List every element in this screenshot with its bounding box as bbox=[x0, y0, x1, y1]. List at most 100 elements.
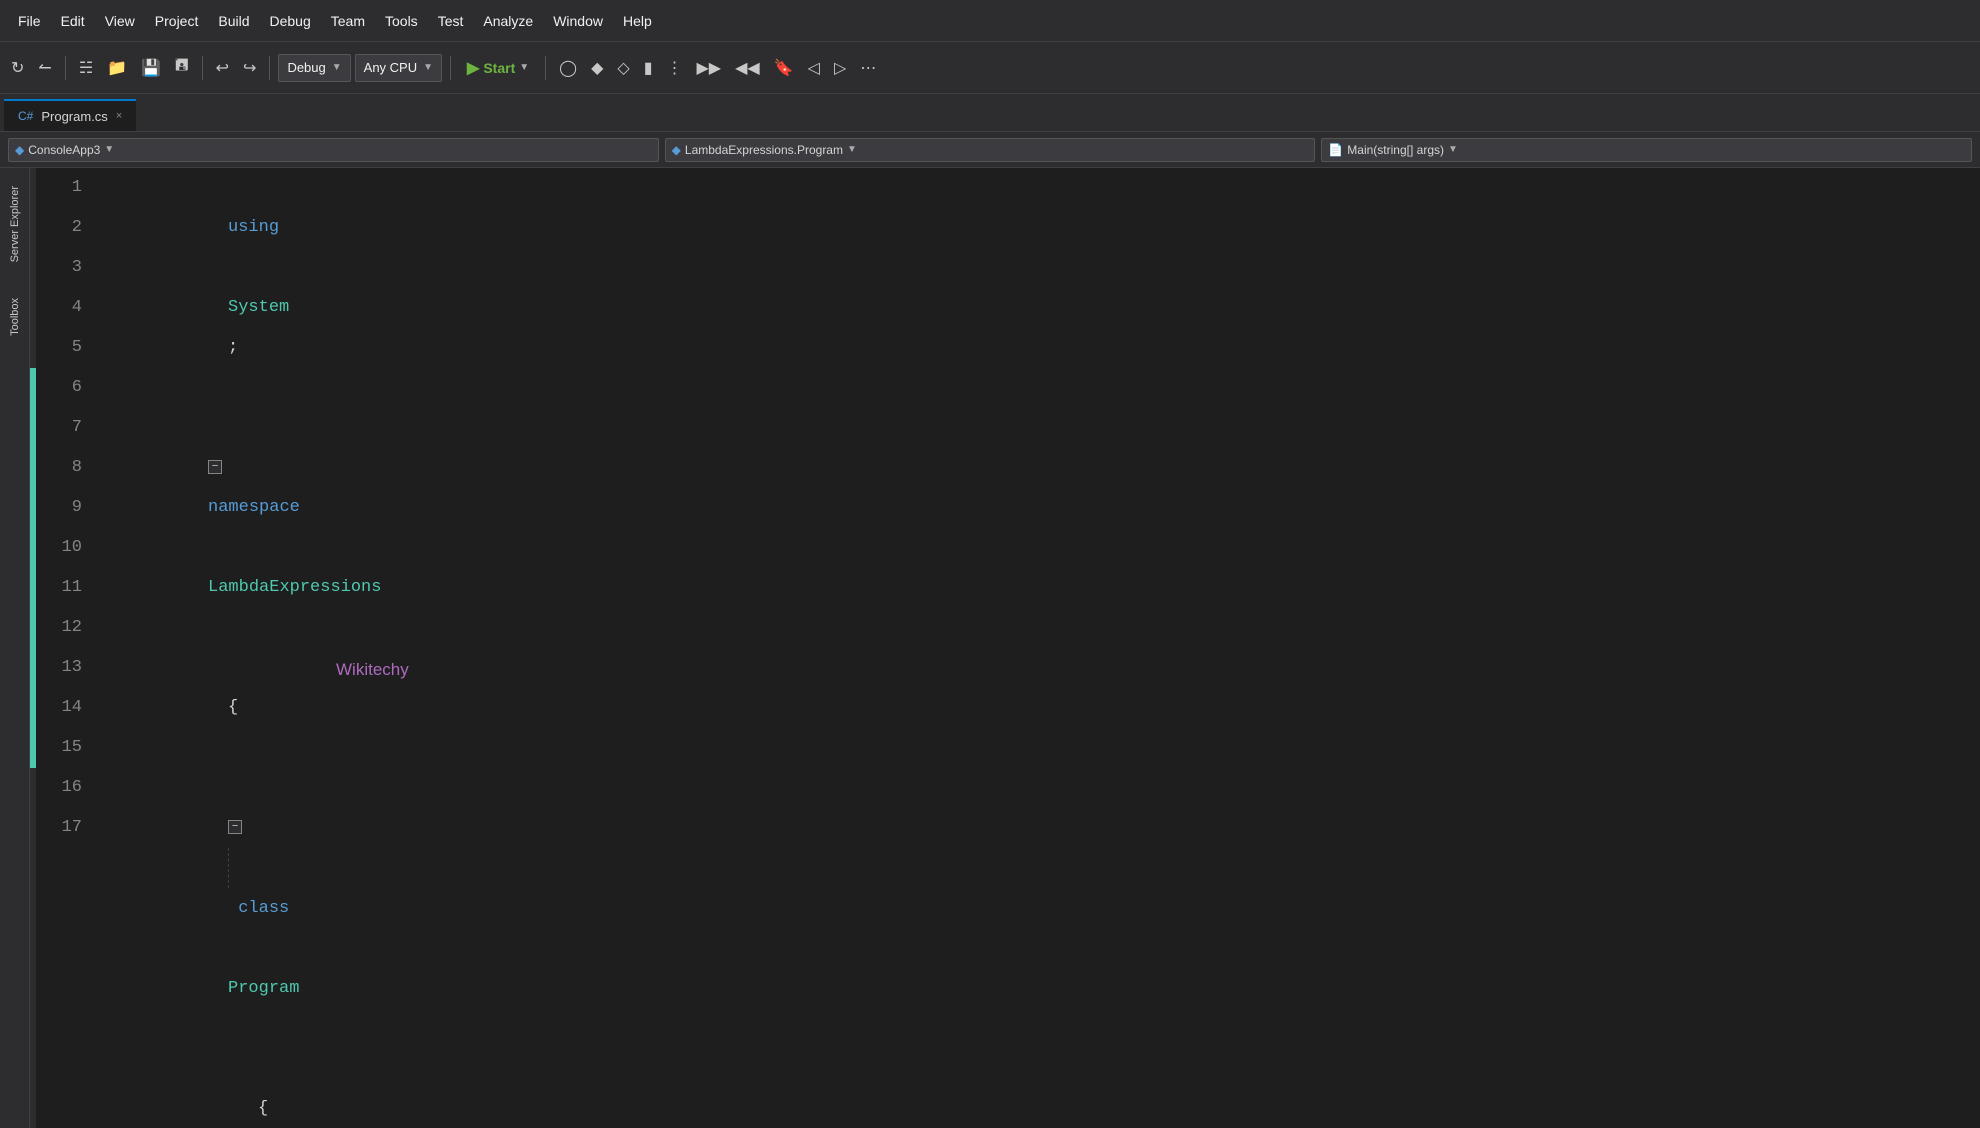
line-num-12: 12 bbox=[36, 608, 96, 648]
menu-file[interactable]: File bbox=[8, 9, 51, 33]
line-num-8: 8 bbox=[36, 448, 96, 488]
code-line-2: − namespace LambdaExpressions bbox=[96, 408, 1980, 648]
line-num-13: 13 bbox=[36, 648, 96, 688]
cpu-config-label: Any CPU bbox=[364, 60, 417, 75]
line-num-4: 4 bbox=[36, 288, 96, 328]
toolbar-btn-8[interactable]: ◁ bbox=[803, 55, 825, 81]
line-num-14: 14 bbox=[36, 688, 96, 728]
toolbar-btn-3[interactable]: ◇ bbox=[612, 55, 634, 81]
nav-bar: ◆ ConsoleApp3 ▼ ◆ LambdaExpressions.Prog… bbox=[0, 132, 1980, 168]
main-area: Server Explorer Toolbox 1 2 bbox=[0, 168, 1980, 1128]
menu-team[interactable]: Team bbox=[321, 9, 375, 33]
menu-build[interactable]: Build bbox=[208, 9, 259, 33]
project-nav-arrow: ▼ bbox=[104, 144, 114, 155]
back-button[interactable]: ↻ bbox=[6, 55, 29, 81]
tab-bar: C# Program.cs × bbox=[0, 94, 1980, 132]
menu-window[interactable]: Window bbox=[543, 9, 613, 33]
line-num-5: 5 bbox=[36, 328, 96, 368]
toolbar-btn-5[interactable]: ⋮ bbox=[662, 55, 688, 81]
kw-class: class bbox=[228, 899, 289, 918]
menu-view[interactable]: View bbox=[95, 9, 145, 33]
collapse-namespace[interactable]: − bbox=[208, 460, 222, 474]
debug-config-dropdown[interactable]: Debug ▼ bbox=[278, 54, 350, 82]
program-cs-tab[interactable]: C# Program.cs × bbox=[4, 99, 136, 131]
redo-button[interactable]: ↪ bbox=[238, 55, 261, 81]
line-numbers: 1 2 3 4 5 6 7 8 9 10 11 12 13 14 15 16 1… bbox=[36, 168, 96, 1128]
line-num-15: 15 bbox=[36, 728, 96, 768]
debug-config-arrow: ▼ bbox=[332, 62, 342, 73]
menu-analyze[interactable]: Analyze bbox=[473, 9, 543, 33]
server-explorer-tab[interactable]: Server Explorer bbox=[5, 178, 25, 270]
project-nav-dropdown[interactable]: ◆ ConsoleApp3 ▼ bbox=[8, 138, 659, 162]
toolbar-separator-1 bbox=[65, 56, 66, 80]
line-num-7: 7 bbox=[36, 408, 96, 448]
line-num-10: 10 bbox=[36, 528, 96, 568]
namespace-name: LambdaExpressions bbox=[208, 578, 381, 597]
method-nav-arrow: ▼ bbox=[1448, 144, 1458, 155]
line-num-9: 9 bbox=[36, 488, 96, 528]
code-line-3: { Wikitechy bbox=[96, 648, 1980, 768]
toolbar-btn-6[interactable]: ▶▶ bbox=[692, 55, 727, 81]
code-editor[interactable]: 1 2 3 4 5 6 7 8 9 10 11 12 13 14 15 16 1… bbox=[30, 168, 1980, 1128]
collapse-class[interactable]: − bbox=[228, 820, 242, 834]
toolbar-btn-1[interactable]: ◯ bbox=[554, 55, 582, 81]
code-line-5: { bbox=[96, 1049, 1980, 1128]
class-nav-icon: ◆ bbox=[672, 143, 681, 157]
toolbar-btn-10[interactable]: ⋯ bbox=[855, 55, 881, 81]
class-nav-label: LambdaExpressions.Program bbox=[685, 143, 843, 157]
start-arrow: ▼ bbox=[519, 62, 529, 73]
watermark-text: Wikitechy bbox=[336, 650, 409, 690]
forward-button[interactable]: ↼ bbox=[33, 55, 56, 81]
project-nav-label: ConsoleApp3 bbox=[28, 143, 100, 157]
toolbar-separator-4 bbox=[450, 56, 451, 80]
toolbar: ↻ ↼ ☵ 📁 💾 🖪 ↩ ↪ Debug ▼ Any CPU ▼ ▶ Star… bbox=[0, 42, 1980, 94]
line-num-1: 1 bbox=[36, 168, 96, 208]
save-button[interactable]: 💾 bbox=[136, 55, 166, 81]
line-num-11: 11 bbox=[36, 568, 96, 608]
line-num-3: 3 bbox=[36, 248, 96, 288]
toolbar-btn-2[interactable]: ◆ bbox=[586, 55, 608, 81]
save-all-button[interactable]: 🖪 bbox=[170, 51, 194, 84]
class-nav-arrow: ▼ bbox=[847, 144, 857, 155]
menu-project[interactable]: Project bbox=[145, 9, 209, 33]
cpu-config-dropdown[interactable]: Any CPU ▼ bbox=[355, 54, 442, 82]
kw-namespace: namespace bbox=[208, 498, 300, 517]
tab-close-icon[interactable]: × bbox=[116, 110, 122, 122]
code-line-4: − class Program bbox=[96, 768, 1980, 1049]
left-sidebar: Server Explorer Toolbox bbox=[0, 168, 30, 1128]
start-button[interactable]: ▶ Start ▼ bbox=[459, 55, 537, 81]
line-num-17: 17 bbox=[36, 808, 96, 848]
cpu-config-arrow: ▼ bbox=[423, 62, 433, 73]
undo-button[interactable]: ↩ bbox=[211, 55, 234, 81]
tab-file-icon: C# bbox=[18, 109, 33, 123]
method-nav-icon: 📄 bbox=[1328, 143, 1343, 157]
toolbar-separator-2 bbox=[202, 56, 203, 80]
toolbar-btn-4[interactable]: ▮ bbox=[639, 55, 658, 81]
bookmark-button[interactable]: 🔖 bbox=[769, 55, 799, 81]
project-nav-icon: ◆ bbox=[15, 143, 24, 157]
type-program: Program bbox=[228, 979, 299, 998]
code-line-1: using System ; bbox=[96, 168, 1980, 408]
tab-filename: Program.cs bbox=[41, 109, 107, 124]
toolbar-btn-9[interactable]: ▷ bbox=[829, 55, 851, 81]
open-file-button[interactable]: 📁 bbox=[102, 55, 132, 81]
menu-test[interactable]: Test bbox=[428, 9, 474, 33]
toolbar-btn-7[interactable]: ◀◀ bbox=[730, 55, 765, 81]
menu-edit[interactable]: Edit bbox=[51, 9, 95, 33]
method-nav-dropdown[interactable]: 📄 Main(string[] args) ▼ bbox=[1321, 138, 1972, 162]
menu-debug[interactable]: Debug bbox=[260, 9, 321, 33]
line-num-2: 2 bbox=[36, 208, 96, 248]
line-num-6: 6 bbox=[36, 368, 96, 408]
method-nav-label: Main(string[] args) bbox=[1347, 143, 1444, 157]
type-system: System bbox=[228, 298, 289, 317]
menu-tools[interactable]: Tools bbox=[375, 9, 428, 33]
debug-config-label: Debug bbox=[287, 60, 325, 75]
class-nav-dropdown[interactable]: ◆ LambdaExpressions.Program ▼ bbox=[665, 138, 1316, 162]
start-icon: ▶ bbox=[467, 58, 479, 78]
code-content[interactable]: using System ; − namespace LambdaExpress… bbox=[96, 168, 1980, 1128]
toolbar-separator-3 bbox=[269, 56, 270, 80]
toolbox-tab[interactable]: Toolbox bbox=[5, 290, 25, 344]
new-project-button[interactable]: ☵ bbox=[74, 55, 98, 81]
menu-help[interactable]: Help bbox=[613, 9, 662, 33]
kw-using: using bbox=[228, 218, 279, 237]
